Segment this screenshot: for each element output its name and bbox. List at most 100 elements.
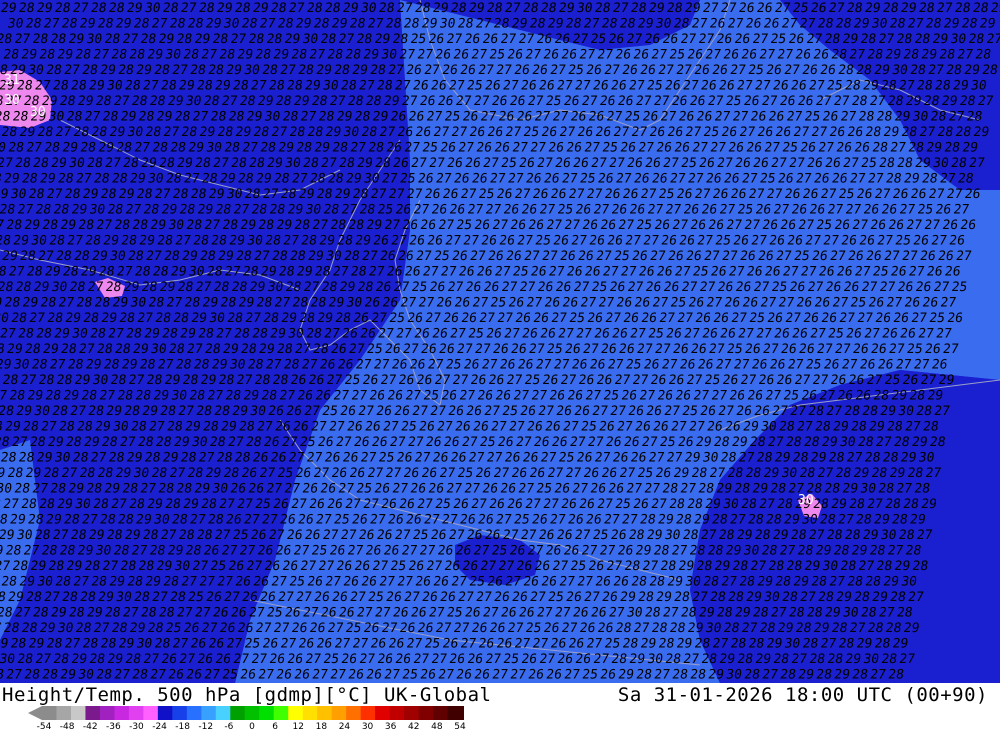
contour-value-label: 27 <box>142 79 160 94</box>
contour-value-label: 27 <box>428 156 446 171</box>
contour-value-label: 28 <box>169 17 187 32</box>
contour-value-label: 28 <box>0 280 14 295</box>
contour-value-label: 27 <box>811 373 829 388</box>
contour-value-label: 27 <box>738 451 756 466</box>
contour-value-label: 27 <box>215 327 233 342</box>
contour-value-label: 27 <box>764 389 782 404</box>
contour-value-label: 28 <box>954 125 972 140</box>
contour-value-label: 27 <box>631 373 649 388</box>
contour-value-label: 28 <box>916 79 934 94</box>
contour-value-label: 29 <box>44 265 62 280</box>
contour-value-label: 27 <box>69 404 87 419</box>
contour-value-label: 26 <box>452 48 470 63</box>
contour-value-label: 27 <box>540 451 558 466</box>
contour-value-label: 26 <box>808 203 826 218</box>
contour-value-label: 28 <box>21 621 39 636</box>
contour-value-label: 27 <box>788 156 806 171</box>
contour-value-label: 26 <box>560 48 578 63</box>
contour-value-label: 25 <box>692 265 710 280</box>
contour-value-label: 28 <box>70 528 88 543</box>
contour-value-label: 27 <box>427 358 445 373</box>
contour-value-label: 28 <box>110 48 128 63</box>
contour-value-label: 28 <box>817 590 835 605</box>
contour-value-label: 28 <box>72 125 90 140</box>
contour-value-label: 26 <box>607 32 625 47</box>
contour-value-label: 26 <box>514 311 532 326</box>
contour-value-label: 28 <box>32 606 50 621</box>
contour-value-label: 27 <box>583 590 601 605</box>
contour-value-label: 25 <box>512 265 530 280</box>
contour-value-label: 28 <box>262 311 280 326</box>
contour-value-label: 28 <box>936 125 954 140</box>
contour-value-label: 29 <box>26 389 44 404</box>
contour-value-label: 26 <box>340 652 358 667</box>
contour-value-label: 26 <box>533 559 551 574</box>
contour-value-label: 27 <box>608 156 626 171</box>
contour-value-label: 28 <box>808 652 826 667</box>
contour-value-label: 29 <box>198 125 216 140</box>
contour-value-label: 28 <box>59 544 77 559</box>
contour-value-label: 30 <box>970 79 988 94</box>
contour-value-label: 27 <box>584 389 602 404</box>
contour-value-label: 26 <box>673 141 691 156</box>
contour-value-label: 26 <box>520 203 538 218</box>
contour-value-label: 26 <box>535 32 553 47</box>
contour-value-label: 27 <box>603 63 621 78</box>
contour-value-label: 26 <box>294 466 312 481</box>
contour-value-label: 26 <box>648 125 666 140</box>
contour-value-label: 26 <box>687 296 705 311</box>
contour-value-label: 28 <box>391 32 409 47</box>
contour-value-label: 28 <box>329 218 347 233</box>
contour-value-label: 28 <box>124 652 142 667</box>
contour-value-label: 26 <box>571 358 589 373</box>
contour-value-label: 26 <box>203 544 221 559</box>
contour-value-label: 28 <box>610 652 628 667</box>
contour-value-label: 28 <box>974 48 992 63</box>
contour-value-label: 28 <box>116 389 134 404</box>
contour-value-label: 26 <box>373 482 391 497</box>
contour-value-label: 29 <box>182 497 200 512</box>
contour-value-label: 26 <box>540 125 558 140</box>
scale-tick-label: 24 <box>338 722 351 732</box>
contour-value-label: 28 <box>95 94 113 109</box>
weather-map[interactable]: 29 28 29 28 27 28 28 29 30 28 27 28 29 28 29 28 27 28 28 29… <box>0 0 1000 683</box>
contour-value-label: 27 <box>381 172 399 187</box>
contour-value-label: 28 <box>152 265 170 280</box>
contour-value-label: 27 <box>301 358 319 373</box>
contour-value-label: 27 <box>517 32 535 47</box>
contour-value-label: 26 <box>412 79 430 94</box>
contour-value-label: 26 <box>383 544 401 559</box>
contour-value-label: 26 <box>338 606 356 621</box>
contour-value-label: 26 <box>405 513 423 528</box>
contour-value-label: 26 <box>854 389 872 404</box>
contour-value-label: 26 <box>313 590 331 605</box>
contour-value-label: 26 <box>339 404 357 419</box>
contour-value-label: 26 <box>420 466 438 481</box>
contour-value-label: 28 <box>106 528 124 543</box>
contour-value-label: 28 <box>13 482 31 497</box>
contour-value-label: 26 <box>275 668 293 683</box>
contour-value-label: 27 <box>721 249 739 264</box>
contour-value-label: 25 <box>165 621 183 636</box>
contour-value-label: 27 <box>435 172 453 187</box>
contour-value-label: 26 <box>570 110 588 125</box>
scale-swatch <box>360 706 376 720</box>
contour-value-label: 26 <box>600 342 618 357</box>
contour-value-label: 29 <box>331 17 349 32</box>
contour-value-label: 28 <box>78 466 96 481</box>
contour-value-label: 26 <box>892 187 910 202</box>
contour-value-label: 27 <box>328 420 346 435</box>
contour-value-label: 28 <box>90 1 108 16</box>
contour-value-label: 28 <box>75 296 93 311</box>
contour-value-label: 27 <box>682 652 700 667</box>
contour-value-label: 27 <box>820 187 838 202</box>
contour-value-label: 29 <box>86 606 104 621</box>
contour-value-label: 27 <box>816 342 834 357</box>
contour-value-label: 26 <box>784 187 802 202</box>
contour-value-label: 27 <box>772 203 790 218</box>
contour-value-label: 27 <box>357 404 375 419</box>
contour-value-label: 27 <box>119 435 137 450</box>
contour-value-label: 28 <box>244 187 262 202</box>
contour-value-label: 26 <box>686 48 704 63</box>
contour-value-label: 26 <box>765 63 783 78</box>
